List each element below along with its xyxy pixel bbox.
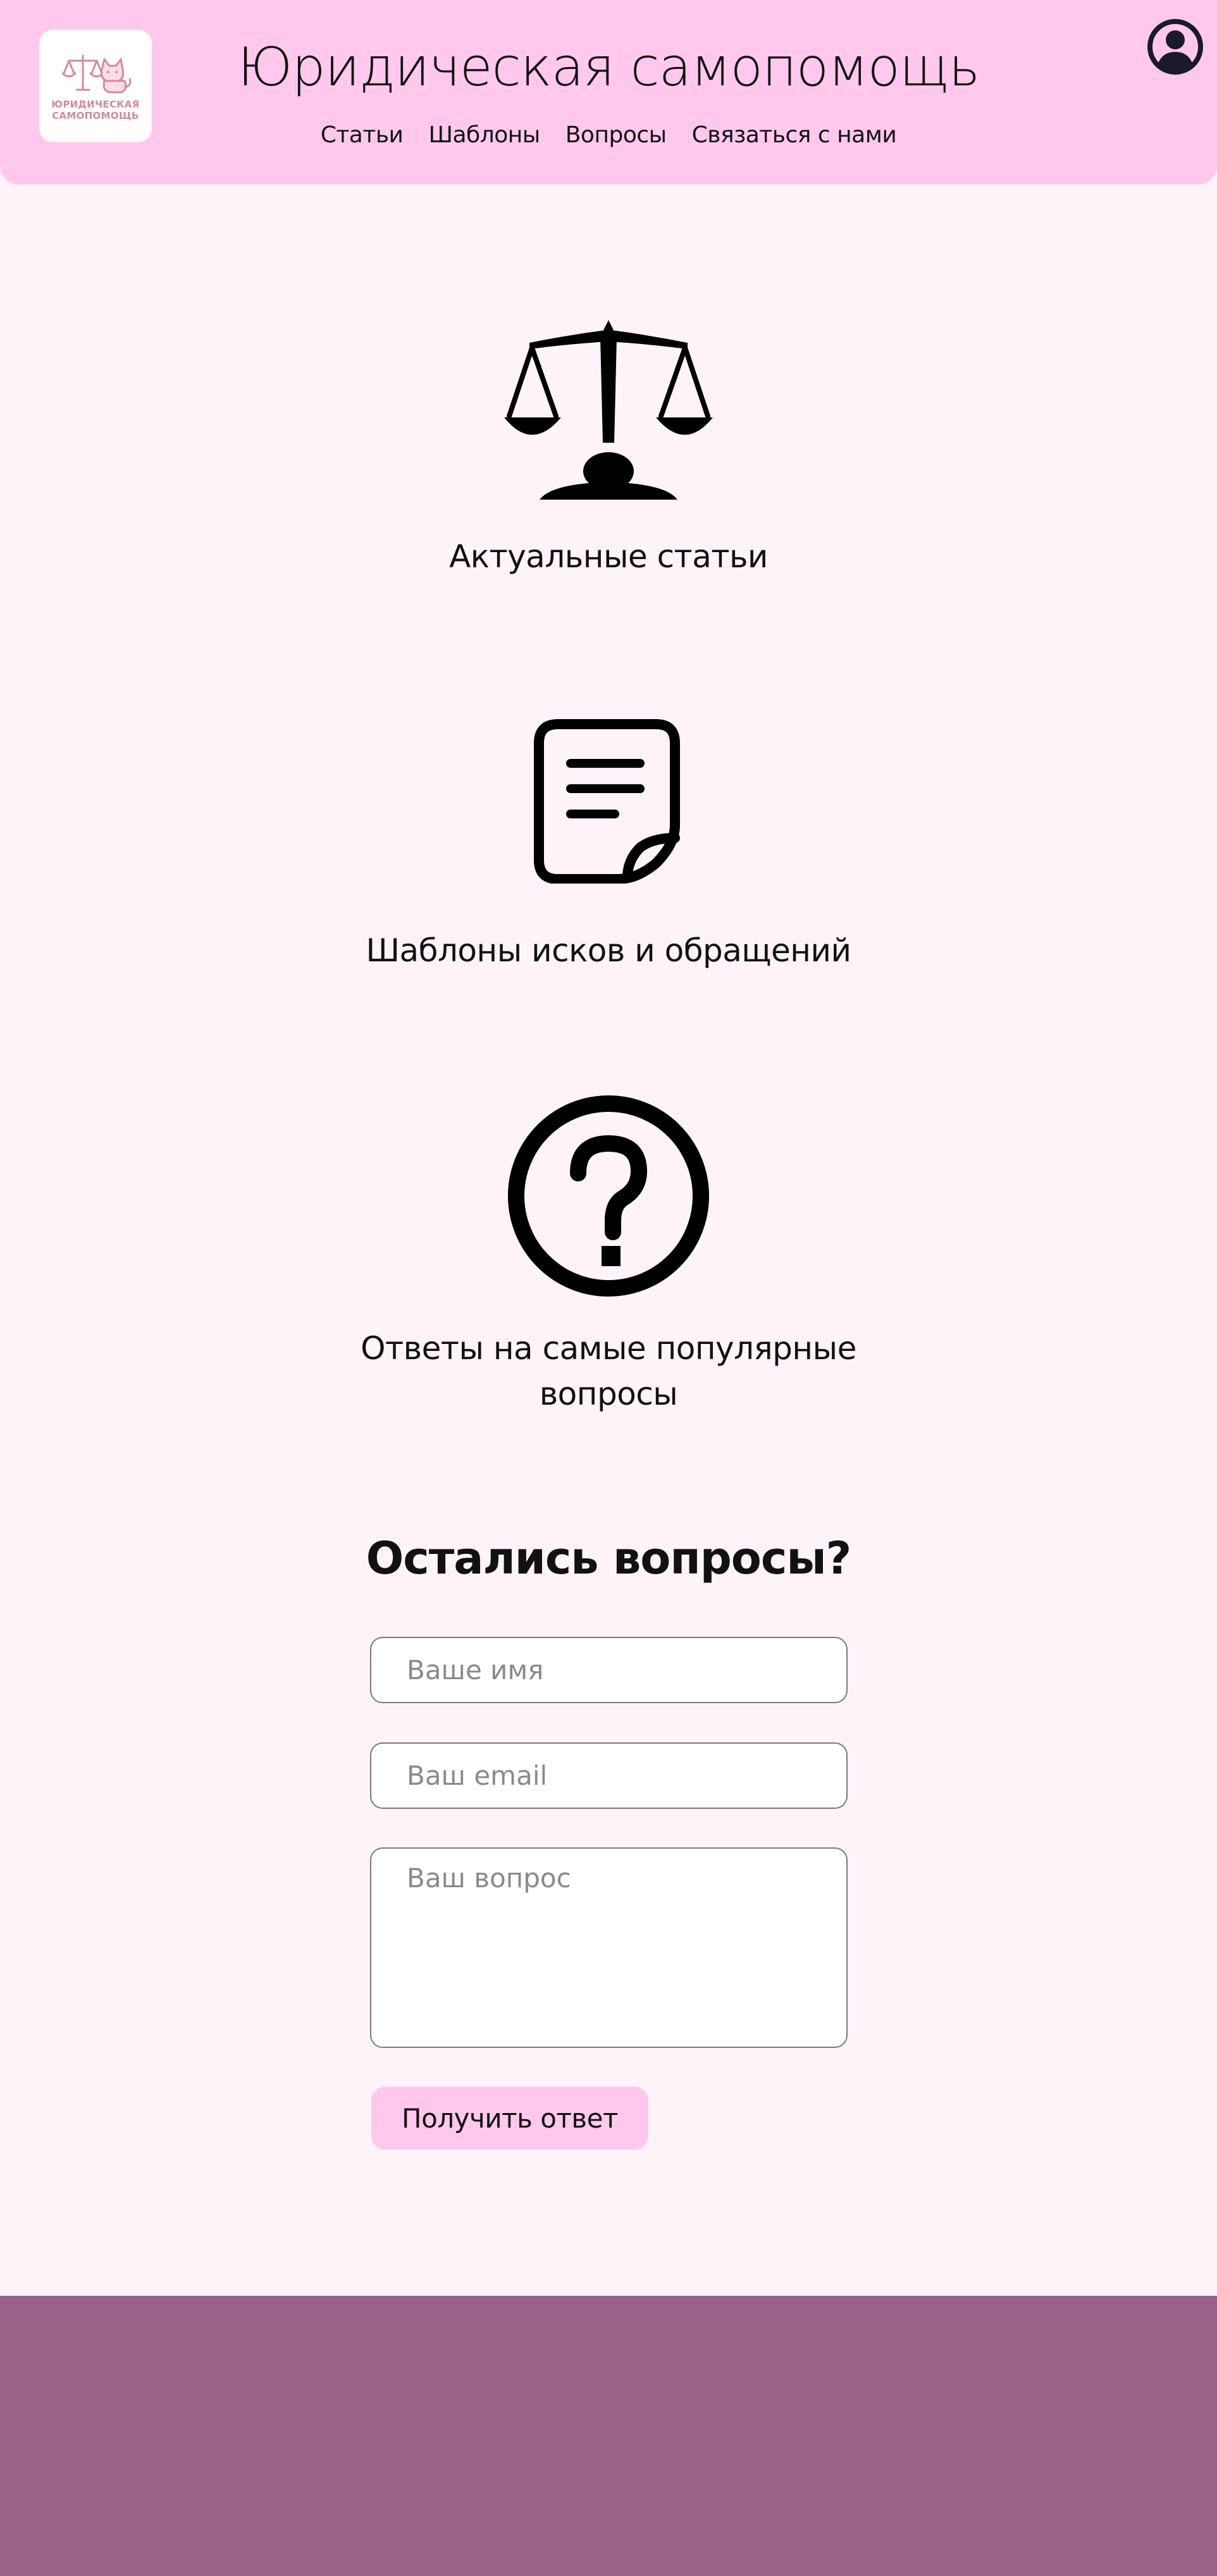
feature-label: Актуальные статьи: [449, 538, 768, 575]
feature-label: Шаблоны исков и обращений: [366, 932, 851, 969]
document-icon: [534, 719, 680, 884]
feature-articles[interactable]: Актуальные статьи: [0, 316, 1217, 579]
feature-questions[interactable]: Ответы на самые популярные вопросы: [0, 1094, 1217, 1417]
main-nav: Статьи Шаблоны Вопросы Связаться с нами: [0, 121, 1217, 149]
feature-label: Ответы на самые популярные вопросы: [361, 1330, 856, 1412]
nav-item-templates[interactable]: Шаблоны: [428, 121, 540, 149]
email-input[interactable]: [370, 1742, 848, 1809]
logo-text: ЮРИДИЧЕСКАЯ САМОПОМОЩЬ: [51, 99, 139, 121]
user-circle-icon[interactable]: [1146, 18, 1204, 76]
feature-templates[interactable]: Шаблоны исков и обращений: [0, 718, 1217, 973]
form-title: Остались вопросы?: [366, 1532, 852, 1584]
submit-button[interactable]: Получить ответ: [371, 2086, 648, 2150]
logo-text-line2: САМОПОМОЩЬ: [52, 110, 139, 121]
nav-item-contact[interactable]: Связаться с нами: [692, 121, 897, 149]
scales-icon: [504, 320, 713, 500]
site-header: ЮРИДИЧЕСКАЯ САМОПОМОЩЬ Юридическая самоп…: [0, 0, 1217, 185]
site-title: Юридическая самопомощь: [237, 36, 980, 98]
logo-text-line1: ЮРИДИЧЕСКАЯ: [51, 99, 140, 110]
question-circle-icon: [508, 1095, 709, 1297]
nav-item-questions[interactable]: Вопросы: [565, 121, 667, 149]
name-input[interactable]: [370, 1637, 848, 1703]
question-textarea[interactable]: [370, 1847, 848, 2048]
site-footer: [0, 2296, 1217, 2576]
nav-item-articles[interactable]: Статьи: [321, 121, 404, 149]
